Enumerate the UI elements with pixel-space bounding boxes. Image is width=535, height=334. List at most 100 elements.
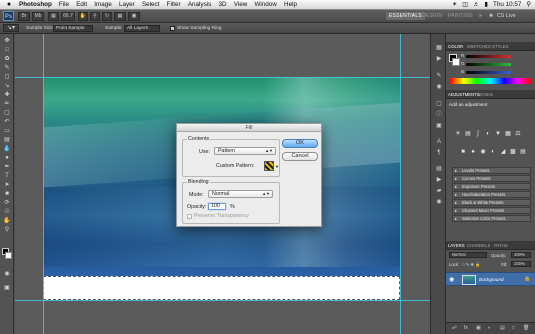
threshold-icon[interactable]: ▩ bbox=[509, 148, 517, 156]
preset-levels[interactable]: Levels Presets bbox=[452, 167, 531, 174]
tab-masks[interactable]: MASKS bbox=[478, 92, 493, 97]
cs-live-icon[interactable]: ❋ bbox=[489, 13, 493, 19]
menu-filter[interactable]: Filter bbox=[167, 1, 181, 8]
panel-background-swatch[interactable] bbox=[452, 58, 460, 66]
quick-select-tool-icon[interactable]: ✎ bbox=[2, 64, 12, 72]
menu-edit[interactable]: Edit bbox=[76, 1, 87, 8]
guide-left[interactable] bbox=[43, 34, 44, 334]
menu-file[interactable]: File bbox=[59, 1, 69, 8]
gradient-tool-icon[interactable]: ▤ bbox=[2, 136, 12, 144]
layers-fill-input[interactable]: 100% bbox=[511, 261, 531, 267]
workspace-essentials[interactable]: ESSENTIALS bbox=[386, 12, 425, 20]
paragraph-panel-icon[interactable]: ¶ bbox=[434, 149, 444, 158]
menu-3d[interactable]: 3D bbox=[218, 1, 226, 8]
channel-mixer-icon[interactable]: ◉ bbox=[479, 148, 487, 156]
tab-adjustments[interactable]: ADJUSTMENTS bbox=[448, 92, 480, 97]
apple-menu-icon[interactable]: ● bbox=[5, 1, 13, 8]
wifi-icon[interactable]: ◫ bbox=[462, 1, 468, 8]
guide-right[interactable] bbox=[400, 34, 401, 334]
character-panel-icon[interactable]: A bbox=[434, 138, 444, 147]
new-group-icon[interactable]: ▤ bbox=[500, 325, 505, 331]
guide-top[interactable] bbox=[15, 77, 430, 78]
visibility-eye-icon[interactable]: ◉ bbox=[449, 276, 454, 283]
exposure-icon[interactable]: ◐ bbox=[484, 130, 492, 138]
menu-analysis[interactable]: Analysis bbox=[188, 1, 211, 8]
invert-icon[interactable]: ◐ bbox=[489, 148, 497, 156]
lasso-tool-icon[interactable]: ✿ bbox=[2, 55, 12, 63]
brush-tool-icon[interactable]: ✏ bbox=[2, 100, 12, 108]
menu-select[interactable]: Select bbox=[142, 1, 160, 8]
menu-image[interactable]: Image bbox=[94, 1, 112, 8]
styles-panel-icon[interactable]: ▰ bbox=[434, 187, 444, 196]
sample-size-select[interactable]: Point Sample bbox=[53, 25, 93, 32]
type-tool-icon[interactable]: T bbox=[2, 172, 12, 180]
menu-window[interactable]: Window bbox=[254, 1, 276, 8]
opacity-input[interactable]: 100 bbox=[208, 203, 226, 210]
brushes-panel-icon[interactable]: ✎ bbox=[434, 72, 444, 81]
bridge-button[interactable]: Br bbox=[18, 12, 30, 21]
history-panel-icon[interactable]: ▦ bbox=[434, 44, 444, 53]
screen-mode-tool-icon[interactable]: ▣ bbox=[2, 284, 12, 292]
clone-source-panel-icon[interactable]: ◉ bbox=[434, 83, 444, 92]
cs-live-button[interactable]: CS Live bbox=[497, 13, 516, 19]
cancel-button[interactable]: Cancel bbox=[282, 152, 318, 161]
bluetooth-icon[interactable]: ✶ bbox=[452, 1, 457, 8]
preset-exposure[interactable]: Exposure Presets bbox=[452, 183, 531, 190]
move-tool-icon[interactable]: ✥ bbox=[2, 37, 12, 45]
use-select[interactable]: Pattern ▲▼ bbox=[214, 147, 276, 155]
delete-layer-icon[interactable]: 🗑 bbox=[523, 325, 529, 331]
tab-paths[interactable]: PATHS bbox=[494, 243, 508, 248]
dodge-tool-icon[interactable]: ● bbox=[2, 154, 12, 162]
mode-select[interactable]: Normal ▲▼ bbox=[208, 190, 273, 198]
volume-icon[interactable]: ♬ bbox=[473, 1, 479, 8]
eyedropper-tool-icon[interactable]: ↘ bbox=[2, 82, 12, 90]
pattern-dropdown-icon[interactable]: ▼ bbox=[275, 164, 279, 169]
preset-channel-mixer[interactable]: Channel Mixer Presets bbox=[452, 207, 531, 214]
spotlight-icon[interactable]: ⚲ bbox=[526, 1, 531, 8]
animation-panel-icon[interactable]: ▶ bbox=[434, 176, 444, 185]
eraser-tool-icon[interactable]: ▭ bbox=[2, 127, 12, 135]
masks-panel-icon[interactable]: ◉ bbox=[434, 198, 444, 207]
notes-panel-icon[interactable]: ▤ bbox=[434, 165, 444, 174]
preserve-transparency-checkbox[interactable] bbox=[187, 214, 192, 219]
gradient-map-icon[interactable]: ▤ bbox=[519, 148, 527, 156]
rotate-view-icon[interactable]: ↻ bbox=[102, 12, 112, 21]
3d-panel-icon[interactable]: ▢ bbox=[434, 100, 444, 109]
preset-selective-color[interactable]: Selective Color Presets bbox=[452, 215, 531, 222]
healing-brush-tool-icon[interactable]: ✚ bbox=[2, 91, 12, 99]
menu-app-name[interactable]: Photoshop bbox=[19, 1, 52, 8]
vibrance-icon[interactable]: ▼ bbox=[494, 130, 502, 138]
arrange-documents-icon[interactable]: ▦ bbox=[114, 12, 126, 21]
blend-mode-select[interactable]: Normal bbox=[449, 252, 487, 258]
tab-color[interactable]: COLOR bbox=[448, 44, 463, 49]
3d-rotate-tool-icon[interactable]: ⟳ bbox=[2, 199, 12, 207]
menu-view[interactable]: View bbox=[234, 1, 248, 8]
actions-panel-icon[interactable]: ▶ bbox=[434, 55, 444, 64]
preset-black-white[interactable]: Black & White Presets bbox=[452, 199, 531, 206]
hue-saturation-icon[interactable]: ▦ bbox=[504, 130, 512, 138]
color-balance-icon[interactable]: ⚖ bbox=[514, 130, 522, 138]
pattern-picker[interactable] bbox=[264, 161, 274, 171]
path-select-tool-icon[interactable]: ➤ bbox=[2, 181, 12, 189]
history-brush-tool-icon[interactable]: ↶ bbox=[2, 118, 12, 126]
new-adjustment-icon[interactable]: ◐ bbox=[488, 325, 491, 331]
extras-icon[interactable]: ▦ bbox=[48, 12, 59, 21]
tab-styles[interactable]: STYLES bbox=[492, 44, 508, 49]
layer-style-icon[interactable]: fx bbox=[464, 325, 468, 331]
layer-name[interactable]: Background bbox=[479, 277, 504, 282]
add-mask-icon[interactable]: ▣ bbox=[476, 325, 481, 331]
zoom-level[interactable]: 66.7 bbox=[61, 12, 75, 21]
preset-curves[interactable]: Curves Presets bbox=[452, 175, 531, 182]
workspace-more-button[interactable]: » bbox=[479, 13, 482, 19]
ok-button[interactable]: OK bbox=[282, 139, 318, 148]
layer-row-background[interactable]: ◉ Background 🔒 bbox=[446, 272, 535, 286]
screen-mode-icon[interactable]: ▣ bbox=[128, 12, 140, 21]
info-panel-icon[interactable]: ⓘ bbox=[434, 111, 444, 120]
hand-tool-icon[interactable]: ✋ bbox=[2, 217, 12, 225]
guide-bottom[interactable] bbox=[15, 300, 430, 301]
brightness-contrast-icon[interactable]: ☀ bbox=[454, 130, 462, 138]
marquee-tool-icon[interactable]: □ bbox=[2, 46, 12, 54]
shape-tool-icon[interactable]: ■ bbox=[2, 190, 12, 198]
pen-tool-icon[interactable]: ✒ bbox=[2, 163, 12, 171]
color-ramp[interactable] bbox=[450, 78, 531, 84]
